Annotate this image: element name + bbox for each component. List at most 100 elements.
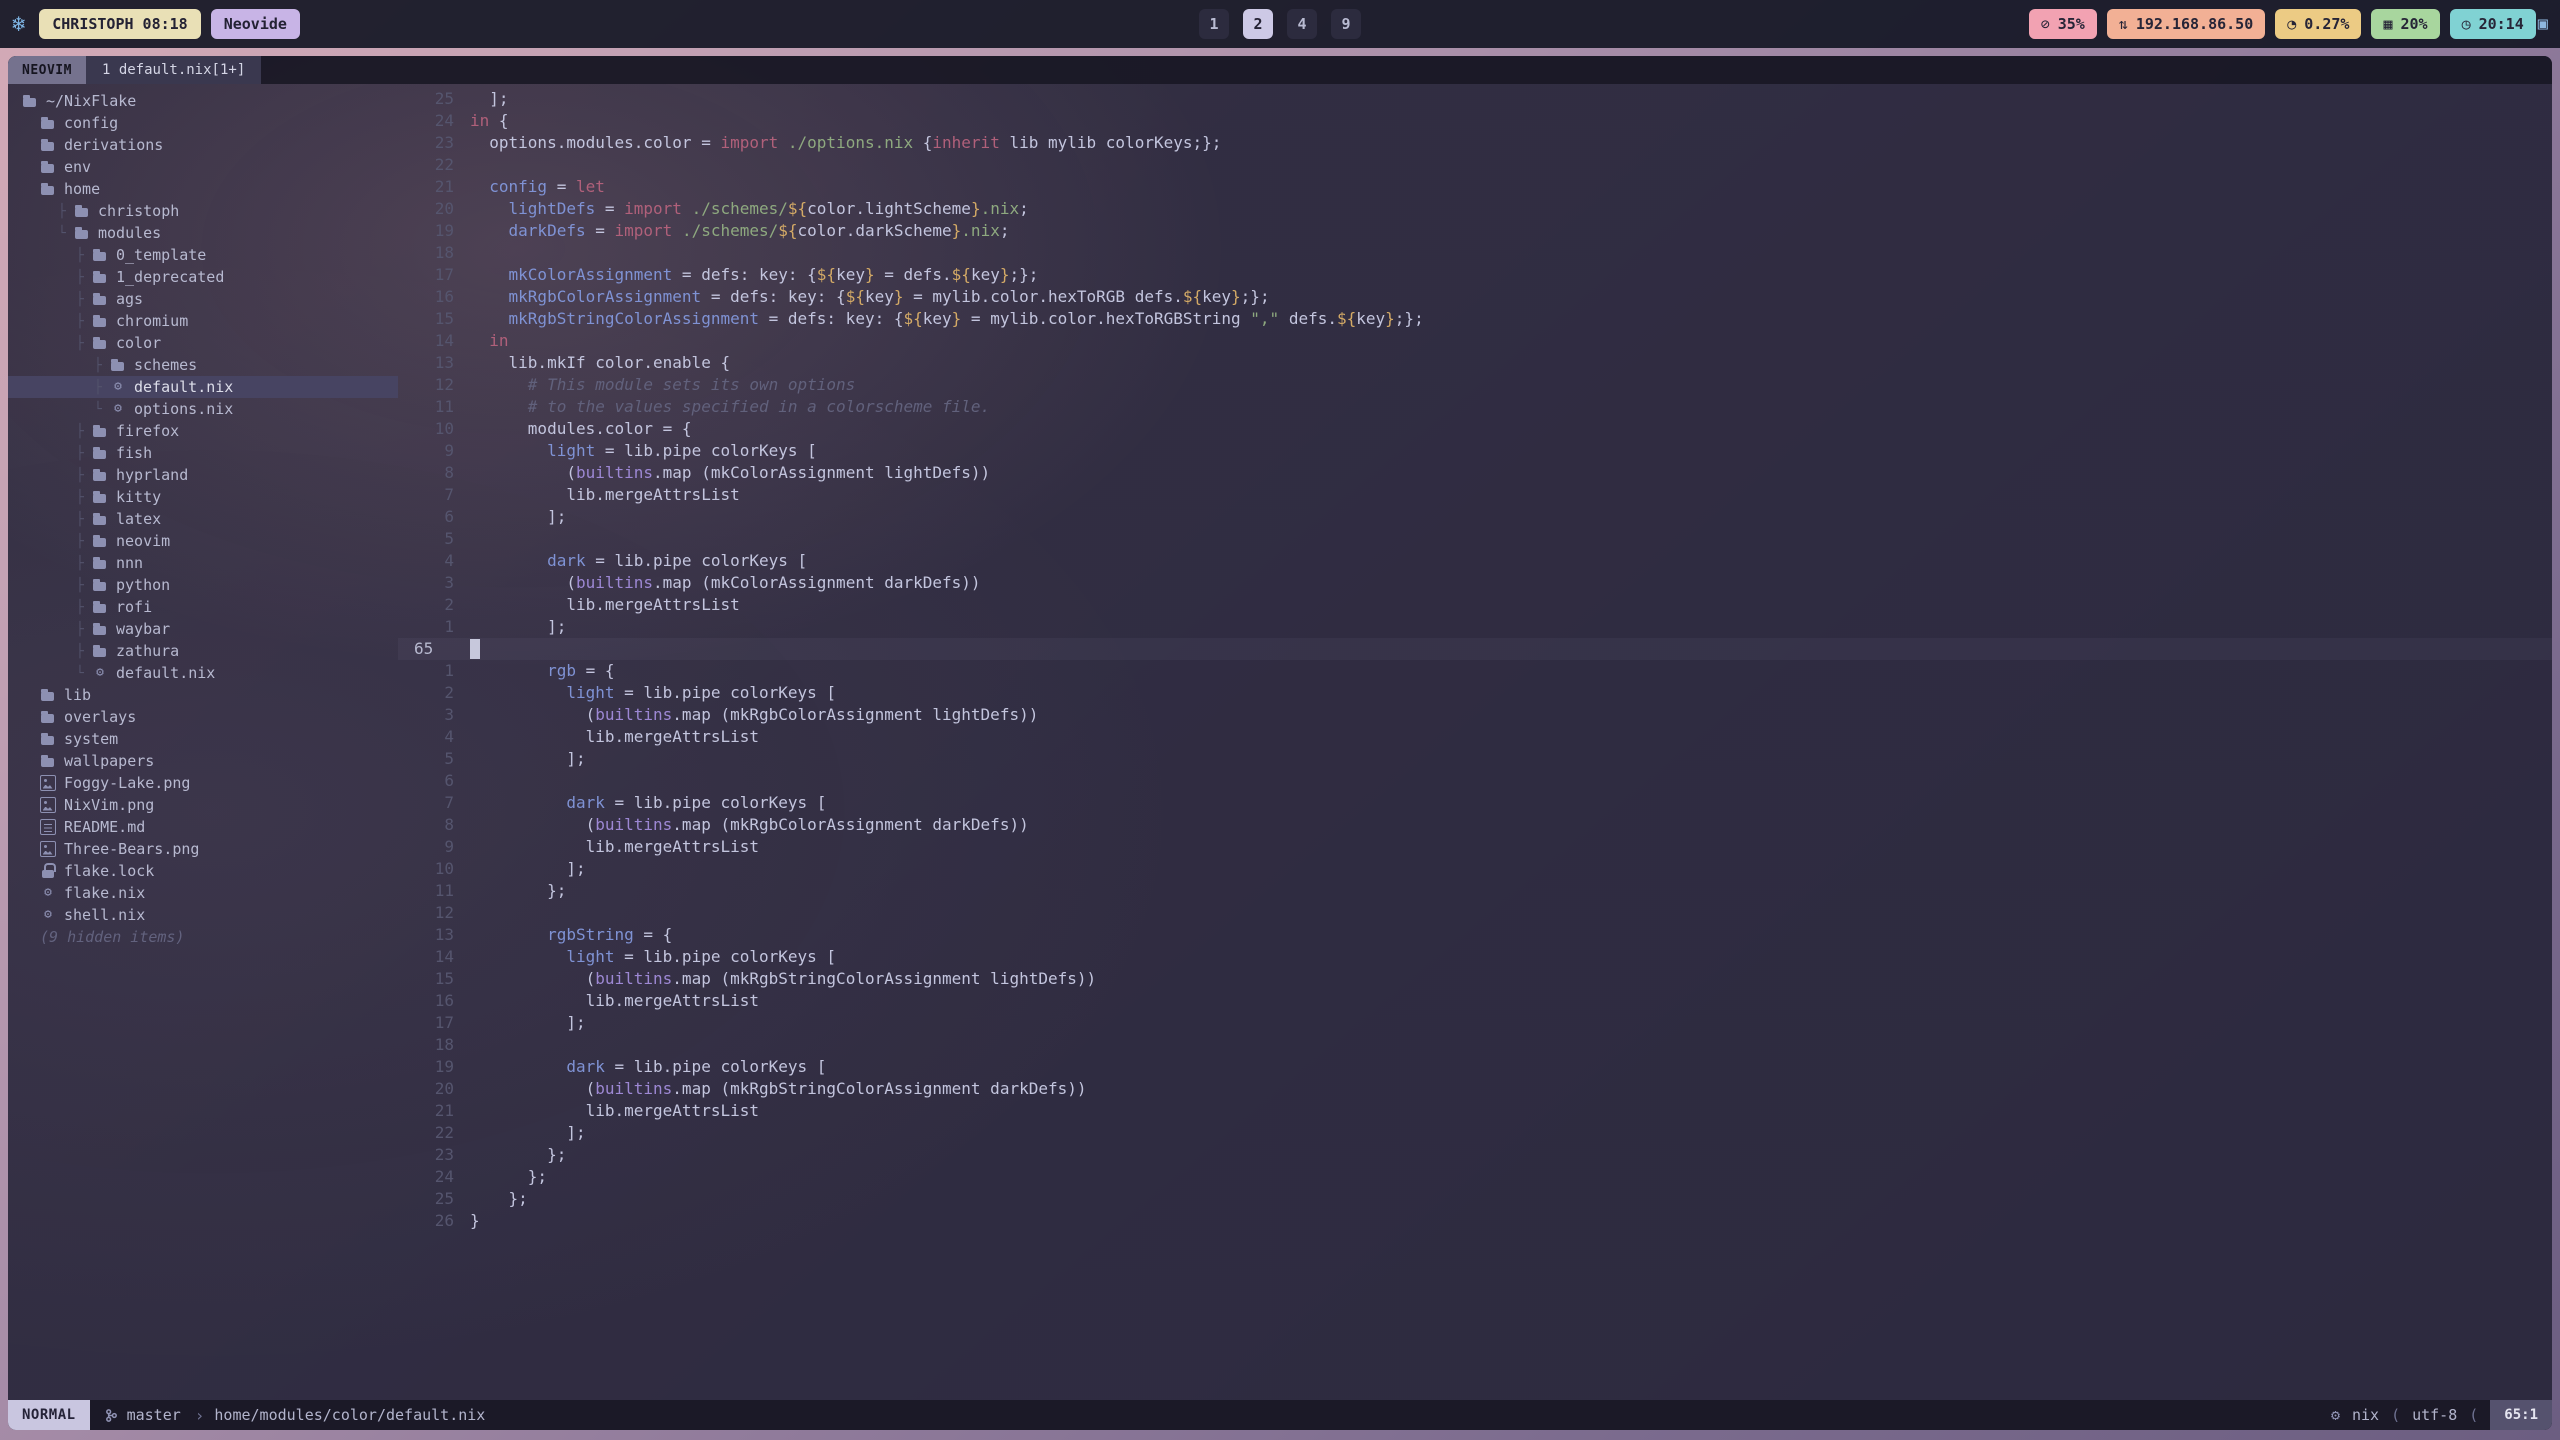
editor-line[interactable]: 25 }; [398, 1188, 2552, 1210]
tree-item-options.nix[interactable]: └⚙options.nix [8, 398, 398, 420]
workspace-1[interactable]: 1 [1199, 9, 1229, 39]
workspace-4[interactable]: 4 [1287, 9, 1317, 39]
editor-line[interactable]: 11 }; [398, 880, 2552, 902]
tree-item-system[interactable]: system [8, 728, 398, 750]
tree-item-env[interactable]: env [8, 156, 398, 178]
editor-line[interactable]: 5 [398, 528, 2552, 550]
editor-line[interactable]: 6 ]; [398, 506, 2552, 528]
editor-line[interactable]: 18 [398, 1034, 2552, 1056]
workspace-2[interactable]: 2 [1243, 9, 1273, 39]
tree-item-rofi[interactable]: ├rofi [8, 596, 398, 618]
tree-item--9-hidden-items-[interactable]: (9 hidden items) [8, 926, 398, 948]
tree-item-derivations[interactable]: derivations [8, 134, 398, 156]
workspace-9[interactable]: 9 [1331, 9, 1361, 39]
editor-line[interactable]: 20 lightDefs = import ./schemes/${color.… [398, 198, 2552, 220]
editor-line[interactable]: 25 ]; [398, 88, 2552, 110]
tree-item-overlays[interactable]: overlays [8, 706, 398, 728]
editor-line[interactable]: 12 [398, 902, 2552, 924]
editor-line[interactable]: 1 ]; [398, 616, 2552, 638]
editor-line[interactable]: 2 lib.mergeAttrsList [398, 594, 2552, 616]
tree-item-waybar[interactable]: ├waybar [8, 618, 398, 640]
editor-line[interactable]: 4 lib.mergeAttrsList [398, 726, 2552, 748]
editor-line[interactable]: 5 ]; [398, 748, 2552, 770]
tree-item-latex[interactable]: ├latex [8, 508, 398, 530]
module-volume[interactable]: ⊘35% [2029, 9, 2097, 39]
editor-line[interactable]: 21 lib.mergeAttrsList [398, 1100, 2552, 1122]
editor-line[interactable]: 9 lib.mergeAttrsList [398, 836, 2552, 858]
editor-line[interactable]: 16 lib.mergeAttrsList [398, 990, 2552, 1012]
tree-item-shell.nix[interactable]: ⚙shell.nix [8, 904, 398, 926]
tree-item-kitty[interactable]: ├kitty [8, 486, 398, 508]
module-memory[interactable]: ▦20% [2371, 9, 2439, 39]
editor-line[interactable]: 6 [398, 770, 2552, 792]
editor-line[interactable]: 24 }; [398, 1166, 2552, 1188]
tree-item-foggy-lake.png[interactable]: Foggy-Lake.png [8, 772, 398, 794]
editor-line[interactable]: 19 darkDefs = import ./schemes/${color.d… [398, 220, 2552, 242]
tree-item-~-nixflake[interactable]: ~/NixFlake [8, 90, 398, 112]
tree-item-default.nix[interactable]: └⚙default.nix [8, 662, 398, 684]
tray-icon[interactable]: ▣ [2538, 14, 2548, 34]
editor-line[interactable]: 11 # to the values specified in a colors… [398, 396, 2552, 418]
editor-line[interactable]: 24in { [398, 110, 2552, 132]
editor-line[interactable]: 15 (builtins.map (mkRgbStringColorAssign… [398, 968, 2552, 990]
editor-line[interactable]: 22 [398, 154, 2552, 176]
tree-item-flake.nix[interactable]: ⚙flake.nix [8, 882, 398, 904]
editor-line[interactable]: 8 (builtins.map (mkColorAssignment light… [398, 462, 2552, 484]
tree-item-nnn[interactable]: ├nnn [8, 552, 398, 574]
tree-item-three-bears.png[interactable]: Three-Bears.png [8, 838, 398, 860]
editor-line[interactable]: 14 light = lib.pipe colorKeys [ [398, 946, 2552, 968]
editor-line[interactable]: 14 in [398, 330, 2552, 352]
tree-item-readme.md[interactable]: README.md [8, 816, 398, 838]
tree-item-fish[interactable]: ├fish [8, 442, 398, 464]
editor-line[interactable]: 8 (builtins.map (mkRgbColorAssignment da… [398, 814, 2552, 836]
editor-line[interactable]: 7 lib.mergeAttrsList [398, 484, 2552, 506]
tree-item-christoph[interactable]: ├christoph [8, 200, 398, 222]
tree-item-lib[interactable]: lib [8, 684, 398, 706]
editor-line[interactable]: 18 [398, 242, 2552, 264]
module-network[interactable]: ⇅192.168.86.50 [2107, 9, 2265, 39]
tree-item-config[interactable]: config [8, 112, 398, 134]
editor-line[interactable]: 7 dark = lib.pipe colorKeys [ [398, 792, 2552, 814]
tree-item-0_template[interactable]: ├0_template [8, 244, 398, 266]
editor-line[interactable]: 17 mkColorAssignment = defs: key: {${key… [398, 264, 2552, 286]
tree-item-schemes[interactable]: ├schemes [8, 354, 398, 376]
editor-line[interactable]: 20 (builtins.map (mkRgbStringColorAssign… [398, 1078, 2552, 1100]
editor-line[interactable]: 10 modules.color = { [398, 418, 2552, 440]
tree-item-modules[interactable]: └modules [8, 222, 398, 244]
tab-default-nix[interactable]: 1 default.nix[1+] [86, 56, 261, 84]
editor-line[interactable]: 21 config = let [398, 176, 2552, 198]
editor-line[interactable]: 23 }; [398, 1144, 2552, 1166]
tree-item-home[interactable]: home [8, 178, 398, 200]
editor-line[interactable]: 65 [398, 638, 2552, 660]
editor-line[interactable]: 13 rgbString = { [398, 924, 2552, 946]
module-clock[interactable]: ◷20:14 [2450, 9, 2536, 39]
editor-line[interactable]: 17 ]; [398, 1012, 2552, 1034]
editor-line[interactable]: 13 lib.mkIf color.enable { [398, 352, 2552, 374]
editor-line[interactable]: 9 light = lib.pipe colorKeys [ [398, 440, 2552, 462]
editor-line[interactable]: 4 dark = lib.pipe colorKeys [ [398, 550, 2552, 572]
module-cpu[interactable]: ◔0.27% [2275, 9, 2361, 39]
tree-item-chromium[interactable]: ├chromium [8, 310, 398, 332]
editor-line[interactable]: 12 # This module sets its own options [398, 374, 2552, 396]
editor-line[interactable]: 3 (builtins.map (mkRgbColorAssignment li… [398, 704, 2552, 726]
editor-line[interactable]: 2 light = lib.pipe colorKeys [ [398, 682, 2552, 704]
editor-line[interactable]: 15 mkRgbStringColorAssignment = defs: ke… [398, 308, 2552, 330]
tree-item-wallpapers[interactable]: wallpapers [8, 750, 398, 772]
tree-item-1_deprecated[interactable]: ├1_deprecated [8, 266, 398, 288]
tree-item-firefox[interactable]: ├firefox [8, 420, 398, 442]
tree-item-nixvim.png[interactable]: NixVim.png [8, 794, 398, 816]
tree-item-zathura[interactable]: ├zathura [8, 640, 398, 662]
editor-line[interactable]: 10 ]; [398, 858, 2552, 880]
tree-item-default.nix[interactable]: ├⚙default.nix [8, 376, 398, 398]
editor-line[interactable]: 1 rgb = { [398, 660, 2552, 682]
editor-line[interactable]: 22 ]; [398, 1122, 2552, 1144]
tree-item-ags[interactable]: ├ags [8, 288, 398, 310]
tree-item-color[interactable]: ├color [8, 332, 398, 354]
tree-item-neovim[interactable]: ├neovim [8, 530, 398, 552]
editor-lines[interactable]: 25 ];24in {23 options.modules.color = im… [398, 84, 2552, 1400]
editor-line[interactable]: 26} [398, 1210, 2552, 1232]
editor-line[interactable]: 16 mkRgbColorAssignment = defs: key: {${… [398, 286, 2552, 308]
editor-line[interactable]: 3 (builtins.map (mkColorAssignment darkD… [398, 572, 2552, 594]
editor-line[interactable]: 19 dark = lib.pipe colorKeys [ [398, 1056, 2552, 1078]
tree-item-flake.lock[interactable]: flake.lock [8, 860, 398, 882]
